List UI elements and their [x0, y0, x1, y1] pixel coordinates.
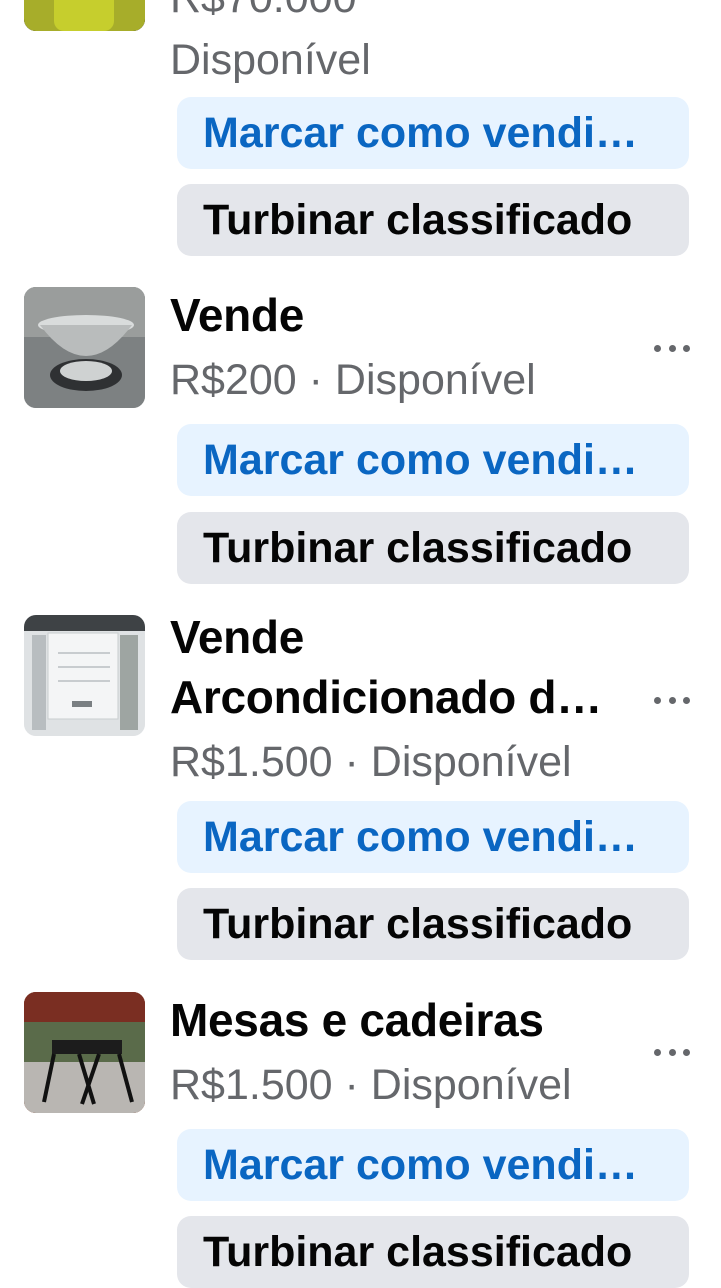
listing-price: R$70.000	[170, 0, 357, 26]
product-photo	[24, 287, 145, 408]
listing-price-status: R$200 · Disponível	[170, 356, 536, 404]
listing-title-line2: Arcondicionado d…	[170, 671, 602, 723]
listing-thumbnail[interactable]	[24, 615, 145, 736]
listing-thumbnail[interactable]	[24, 992, 145, 1113]
mark-as-sold-button[interactable]: Marcar como vendi…	[177, 97, 689, 169]
product-photo	[24, 0, 145, 31]
boost-listing-button[interactable]: Turbinar classificado	[177, 1216, 689, 1288]
boost-listing-button[interactable]: Turbinar classificado	[177, 888, 689, 960]
boost-listing-button[interactable]: Turbinar classificado	[177, 184, 689, 256]
more-options-icon[interactable]	[652, 690, 692, 710]
product-photo	[24, 992, 145, 1113]
listing-title: Mesas e cadeiras	[170, 994, 544, 1046]
mark-as-sold-button[interactable]: Marcar como vendi…	[177, 424, 689, 496]
listing-title: Vende	[170, 289, 305, 341]
listing-price-status: R$1.500 · Disponível	[170, 738, 572, 786]
more-options-icon[interactable]	[652, 338, 692, 358]
mark-as-sold-button[interactable]: Marcar como vendi…	[177, 801, 689, 873]
listing-title-line1: Vende	[170, 611, 305, 663]
listing-price-status: R$1.500 · Disponível	[170, 1061, 572, 1109]
boost-listing-button[interactable]: Turbinar classificado	[177, 512, 689, 584]
listing-thumbnail[interactable]	[24, 287, 145, 408]
listing-status: Disponível	[170, 36, 371, 84]
product-photo	[24, 615, 145, 736]
listing-thumbnail[interactable]	[24, 0, 145, 31]
more-options-icon[interactable]	[652, 1042, 692, 1062]
mark-as-sold-button[interactable]: Marcar como vendi…	[177, 1129, 689, 1201]
